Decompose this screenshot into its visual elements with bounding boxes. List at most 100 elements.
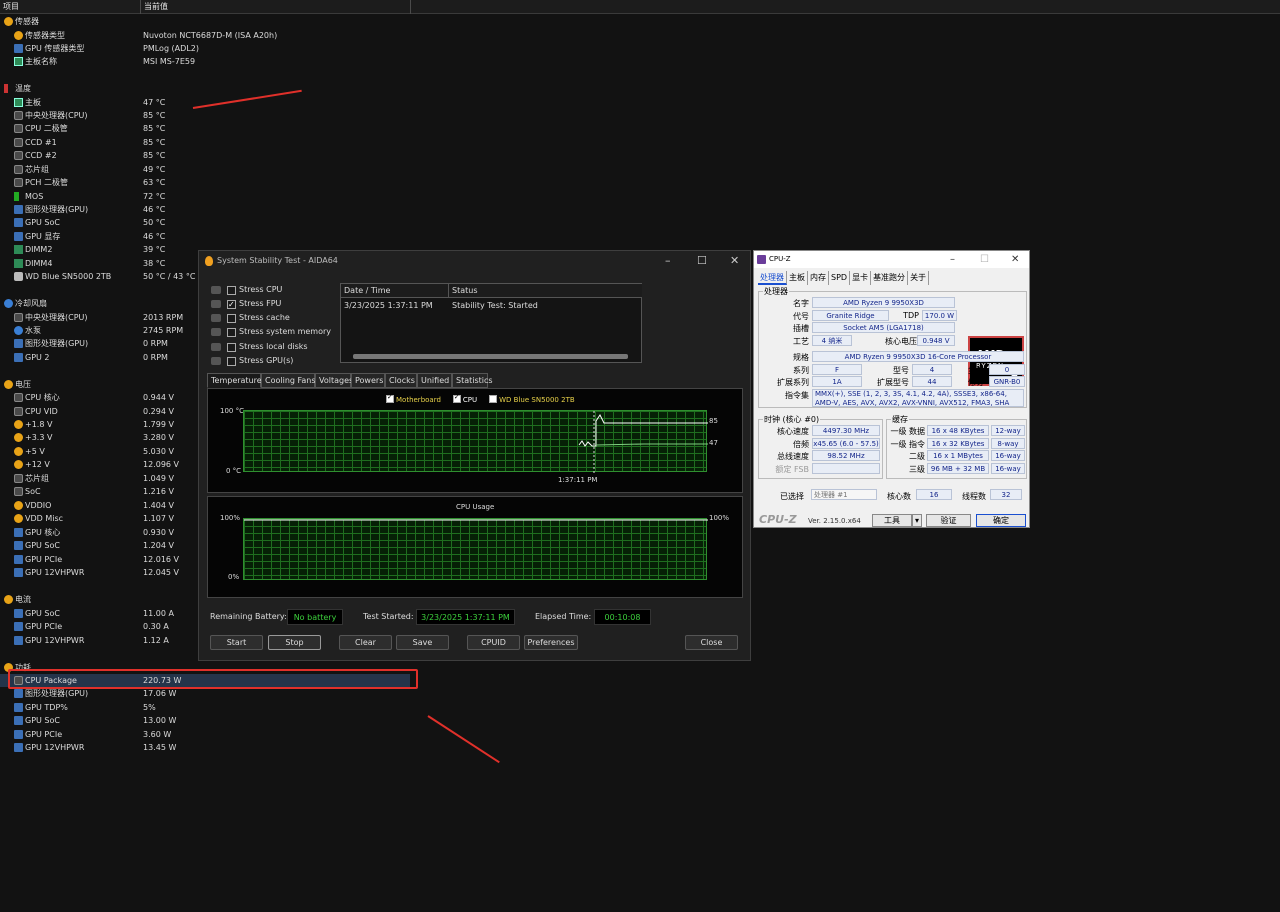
mem-icon [14,245,23,254]
validate-button[interactable]: 验证 [926,514,971,527]
device-icon [211,300,221,308]
chip-icon [14,555,23,564]
save-button[interactable]: Save [396,635,449,650]
instructions-key: 指令集 [785,391,809,400]
tree-value: 63 °C [143,178,166,187]
tools-dropdown-icon[interactable]: ▾ [912,514,922,527]
graph-tab[interactable]: Temperatures [207,373,266,388]
cpuz-tab[interactable]: SPD [829,271,851,285]
stress-option[interactable]: Stress system memory [209,325,331,339]
stress-checkbox[interactable] [227,286,236,295]
selection-key: 已选择 [780,492,804,501]
clear-button[interactable]: Clear [339,635,392,650]
elapsed-label: Elapsed Time: [535,612,592,621]
stress-option[interactable]: Stress cache [209,311,290,325]
tree-row[interactable]: CCD #1 85 °C [0,136,410,149]
cpuz-minimize-icon[interactable]: – [950,251,955,268]
board-icon [14,98,23,107]
close-icon[interactable]: ✕ [730,251,739,271]
tree-row[interactable]: GPU 传感器类型 PMLog (ADL2) [0,42,410,55]
maximize-icon[interactable]: ☐ [697,251,707,271]
preferences-button[interactable]: Preferences [524,635,578,650]
stress-checkbox[interactable] [227,357,236,366]
graph-tab[interactable]: Statistics [452,373,493,388]
processor-select[interactable]: 处理器 #1 [811,489,877,500]
aida-titlebar[interactable]: System Stability Test - AIDA64 – ☐ ✕ [199,251,750,271]
cpuz-tab[interactable]: 显卡 [850,271,872,285]
log-scrollbar[interactable] [353,354,628,359]
cpuz-tab[interactable]: 关于 [908,271,930,285]
col-value-header[interactable]: 当前值 [141,0,411,14]
processor-group: 处理器 名字 AMD Ryzen 9 9950X3D 代号 Granite Ri… [758,286,1027,408]
ok-button[interactable]: 确定 [976,514,1026,527]
stress-checkbox[interactable] [227,328,236,337]
tree-section[interactable]: 温度 [0,82,410,95]
cpu-icon [14,407,23,416]
l3-key: 三级 [909,465,925,474]
tree-label: 传感器类型 [25,31,65,40]
legend-checkbox[interactable] [386,393,394,403]
cpuz-tab[interactable]: 主板 [787,271,808,285]
stop-button[interactable]: Stop [268,635,321,650]
tree-row[interactable]: PCH 二极管 63 °C [0,176,410,189]
graph-tab[interactable]: Voltages [315,373,353,388]
tree-value: 1.799 V [143,420,174,429]
stress-option[interactable]: Stress local disks [209,340,308,354]
tree-value: 13.00 W [143,716,177,725]
legend-checkbox[interactable] [489,395,498,403]
highlight-box [8,669,418,689]
cpuz-tab[interactable]: 基准跑分 [871,271,909,285]
legend-item[interactable]: CPU [452,393,483,404]
cpuz-titlebar[interactable]: CPU-Z – ☐ ✕ [754,251,1029,268]
tools-button[interactable]: 工具 [872,514,912,527]
cpuz-tab[interactable]: 处理器 [758,271,787,285]
tree-row[interactable]: GPU SoC 13.00 W [0,714,410,727]
stress-option[interactable]: Stress CPU [209,283,282,297]
aida-window: System Stability Test - AIDA64 – ☐ ✕ Str… [198,250,751,661]
stress-checkbox[interactable] [227,314,236,323]
tree-section[interactable]: 传感器 [0,15,410,28]
tree-row[interactable]: GPU 12VHPWR 13.45 W [0,741,410,754]
cpuz-maximize-icon[interactable]: ☐ [980,251,989,268]
tree-row[interactable]: 中央处理器(CPU) 85 °C [0,109,410,122]
cpuz-close-icon[interactable]: ✕ [1011,251,1019,268]
tree-row[interactable]: 传感器类型 Nuvoton NCT6687D-M (ISA A20h) [0,29,410,42]
graph-tab[interactable]: Unified [417,373,452,388]
graph-tab[interactable]: Cooling Fans [261,373,316,388]
tree-row[interactable]: CCD #2 85 °C [0,149,410,162]
graph-tab[interactable]: Clocks [385,373,417,388]
legend-item[interactable]: Motherboard [386,393,447,404]
start-button[interactable]: Start [210,635,263,650]
tree-value: Nuvoton NCT6687D-M (ISA A20h) [143,31,278,40]
graph-tab[interactable]: Powers [351,373,385,388]
tree-row[interactable]: GPU PCIe 3.60 W [0,728,410,741]
tree-row[interactable]: GPU 显存 46 °C [0,230,410,243]
chip-icon [14,743,23,752]
tree-row[interactable]: GPU TDP% 5% [0,701,410,714]
volt-icon [14,460,23,469]
tree-row[interactable]: CPU 二极管 85 °C [0,122,410,135]
tree-row[interactable]: 芯片组 49 °C [0,163,410,176]
cpuz-tab[interactable]: 内存 [808,271,829,285]
legend-item[interactable]: WD Blue SN5000 2TB [489,395,581,404]
stress-checkbox[interactable] [227,298,236,312]
log-status-header[interactable]: Status [449,284,642,298]
tree-row[interactable]: 图形处理器(GPU) 46 °C [0,203,410,216]
legend-checkbox[interactable] [452,393,461,403]
tree-row[interactable]: GPU SoC 50 °C [0,216,410,229]
cpuid-button[interactable]: CPUID [467,635,520,650]
tree-label: 主板 [25,98,41,107]
tree-row[interactable]: 主板名称 MSI MS-7E59 [0,55,410,68]
close-button[interactable]: Close [685,635,738,650]
col-item-header[interactable]: 项目 [0,0,141,14]
stress-checkbox[interactable] [227,343,236,352]
stress-option[interactable]: Stress GPU(s) [209,354,293,368]
log-datetime-header[interactable]: Date / Time [341,284,449,298]
tree-label: +3.3 V [25,433,53,442]
tree-row[interactable]: MOS 72 °C [0,190,410,203]
sens-icon [14,31,23,40]
tree-label: GPU 2 [25,353,50,362]
minimize-icon[interactable]: – [665,251,671,271]
tree-label: PCH 二极管 [25,178,68,187]
stress-option[interactable]: Stress FPU [209,297,281,312]
